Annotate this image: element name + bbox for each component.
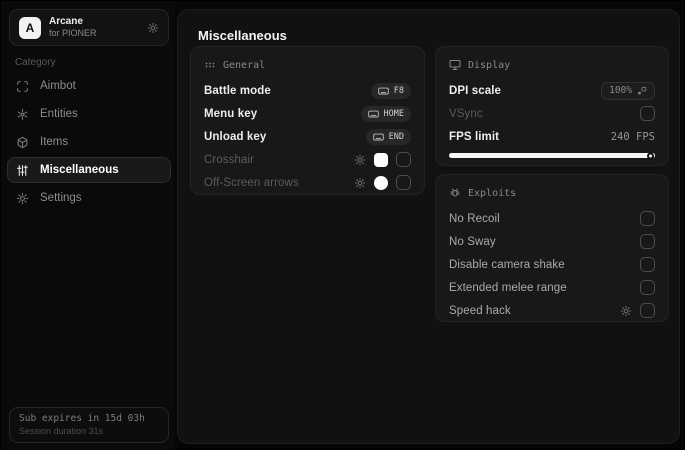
cube-icon bbox=[16, 136, 30, 149]
speed-hack-checkbox[interactable] bbox=[640, 303, 655, 318]
setting-row-no-sway: No Sway bbox=[449, 230, 655, 253]
setting-row-dpi-scale: DPI scale 100% bbox=[449, 79, 655, 102]
dpi-scale-value: 100% bbox=[609, 85, 632, 96]
grid-dots-icon bbox=[204, 59, 216, 71]
setting-label: Disable camera shake bbox=[449, 258, 565, 271]
sidebar: A Arcane for PIONER Category Aimbot Enti… bbox=[1, 1, 175, 450]
keybind-value: END bbox=[388, 131, 404, 142]
scale-icon bbox=[637, 86, 647, 96]
spark-icon bbox=[16, 108, 30, 121]
main-content: Miscellaneous General Battle mode F8 Men… bbox=[177, 9, 680, 444]
app-subtitle: for PIONER bbox=[49, 28, 97, 38]
fps-limit-slider[interactable] bbox=[449, 152, 655, 159]
sidebar-item-label: Miscellaneous bbox=[40, 164, 119, 176]
keybind-value: F8 bbox=[393, 85, 404, 96]
general-panel: General Battle mode F8 Menu key HOME Unl… bbox=[190, 46, 425, 195]
disable-camera-shake-checkbox[interactable] bbox=[640, 257, 655, 272]
panel-title-label: Display bbox=[468, 59, 511, 71]
exploits-panel-header: Exploits bbox=[449, 185, 655, 201]
setting-label: Off-Screen arrows bbox=[204, 176, 299, 189]
no-sway-checkbox[interactable] bbox=[640, 234, 655, 249]
sidebar-item-label: Settings bbox=[40, 192, 82, 204]
keybind-button[interactable]: END bbox=[365, 128, 411, 145]
setting-row-disable-camera-shake: Disable camera shake bbox=[449, 253, 655, 276]
setting-row-speed-hack: Speed hack bbox=[449, 299, 655, 322]
sidebar-item-entities[interactable]: Entities bbox=[7, 101, 171, 127]
setting-label: No Recoil bbox=[449, 212, 500, 225]
keyboard-icon bbox=[372, 133, 384, 141]
setting-row-offscreen-arrows: Off-Screen arrows bbox=[204, 171, 411, 194]
setting-label: Extended melee range bbox=[449, 281, 567, 294]
bug-icon bbox=[449, 187, 461, 199]
app-window: A Arcane for PIONER Category Aimbot Enti… bbox=[0, 0, 685, 450]
setting-row-vsync: VSync bbox=[449, 102, 655, 125]
general-panel-header: General bbox=[204, 57, 411, 73]
gear-icon[interactable] bbox=[147, 22, 159, 34]
no-recoil-checkbox[interactable] bbox=[640, 211, 655, 226]
crosshair-checkbox[interactable] bbox=[396, 152, 411, 167]
viewfinder-icon bbox=[16, 80, 30, 93]
gear-icon[interactable] bbox=[620, 305, 632, 317]
extended-melee-range-checkbox[interactable] bbox=[640, 280, 655, 295]
keybind-button[interactable]: F8 bbox=[370, 82, 411, 99]
category-label: Category bbox=[15, 57, 56, 68]
setting-label: Menu key bbox=[204, 107, 258, 120]
gear-icon[interactable] bbox=[354, 177, 366, 189]
sidebar-item-label: Aimbot bbox=[40, 80, 76, 92]
setting-row-fps-limit: FPS limit 240 FPS bbox=[449, 125, 655, 148]
setting-row-crosshair: Crosshair bbox=[204, 148, 411, 171]
keybind-value: HOME bbox=[383, 108, 404, 119]
page-title: Miscellaneous bbox=[198, 28, 287, 43]
setting-row-menu-key: Menu key HOME bbox=[204, 102, 411, 125]
sidebar-item-miscellaneous[interactable]: Miscellaneous bbox=[7, 157, 171, 183]
brand-text: Arcane for PIONER bbox=[49, 16, 147, 39]
sidebar-nav: Aimbot Entities Items Miscellaneous Sett… bbox=[7, 73, 171, 213]
monitor-icon bbox=[449, 59, 461, 71]
color-swatch[interactable] bbox=[374, 175, 388, 190]
sidebar-item-items[interactable]: Items bbox=[7, 129, 171, 155]
sidebar-item-label: Items bbox=[40, 136, 69, 148]
setting-label: Speed hack bbox=[449, 304, 511, 317]
sub-expiry-text: Sub expires in 15d 03h bbox=[19, 413, 145, 424]
setting-label: Battle mode bbox=[204, 84, 271, 97]
setting-row-no-recoil: No Recoil bbox=[449, 207, 655, 230]
exploits-panel: Exploits No Recoil No Sway Disable camer… bbox=[435, 174, 669, 322]
slider-knob[interactable] bbox=[647, 152, 654, 159]
app-name: Arcane bbox=[49, 16, 83, 27]
setting-label: Crosshair bbox=[204, 153, 255, 166]
keyboard-icon bbox=[377, 87, 389, 95]
setting-label: VSync bbox=[449, 107, 483, 120]
dpi-scale-select[interactable]: 100% bbox=[601, 81, 655, 100]
setting-label: DPI scale bbox=[449, 84, 502, 97]
subscription-info-box: Sub expires in 15d 03h Session duration … bbox=[9, 407, 169, 443]
panel-title-label: Exploits bbox=[468, 187, 517, 199]
keyboard-icon bbox=[367, 110, 379, 118]
session-duration-text: Session duration 31s bbox=[19, 426, 104, 436]
display-panel-header: Display bbox=[449, 57, 655, 73]
setting-row-unload-key: Unload key END bbox=[204, 125, 411, 148]
panel-title-label: General bbox=[223, 59, 266, 71]
setting-label: No Sway bbox=[449, 235, 496, 248]
color-swatch[interactable] bbox=[374, 152, 388, 167]
sidebar-item-aimbot[interactable]: Aimbot bbox=[7, 73, 171, 99]
sidebar-item-settings[interactable]: Settings bbox=[7, 185, 171, 211]
vsync-checkbox[interactable] bbox=[640, 106, 655, 121]
sliders-icon bbox=[16, 164, 30, 177]
fps-limit-value: 240 FPS bbox=[610, 130, 655, 143]
setting-label: Unload key bbox=[204, 130, 267, 143]
keybind-button[interactable]: HOME bbox=[360, 105, 411, 122]
slider-fill bbox=[449, 153, 655, 158]
display-panel: Display DPI scale 100% VSync FPS limit 2… bbox=[435, 46, 669, 166]
gear-icon bbox=[16, 192, 30, 205]
offscreen-arrows-checkbox[interactable] bbox=[396, 175, 411, 190]
app-logo: A bbox=[19, 16, 41, 39]
sidebar-item-label: Entities bbox=[40, 108, 78, 120]
brand-card: A Arcane for PIONER bbox=[9, 9, 169, 46]
gear-icon[interactable] bbox=[354, 154, 366, 166]
setting-row-extended-melee-range: Extended melee range bbox=[449, 276, 655, 299]
setting-label: FPS limit bbox=[449, 130, 500, 143]
setting-row-battle-mode: Battle mode F8 bbox=[204, 79, 411, 102]
